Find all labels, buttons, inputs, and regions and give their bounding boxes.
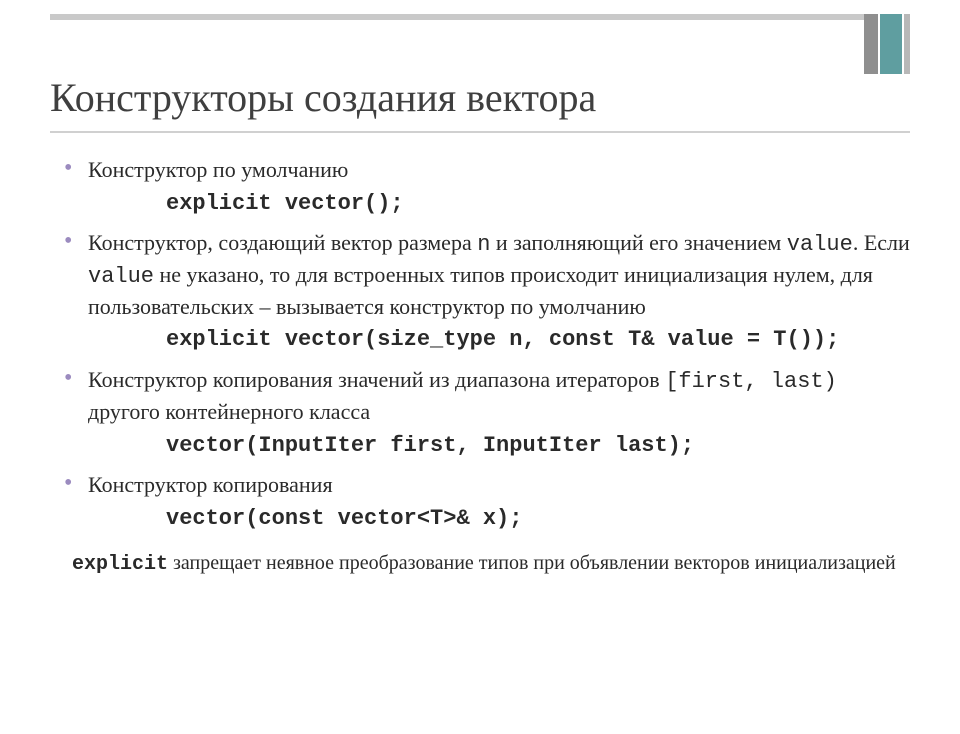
accent-light — [904, 14, 910, 74]
item-text: Конструктор по умолчанию — [88, 157, 348, 182]
list-item: Конструктор по умолчанию explicit vector… — [60, 155, 910, 218]
top-rule — [50, 14, 910, 20]
code-line: vector(InputIter first, InputIter last); — [166, 431, 910, 461]
accent-bar — [864, 14, 910, 74]
footnote-text: запрещает неявное преобразование типов п… — [168, 552, 896, 574]
content: Конструктор по умолчанию explicit vector… — [60, 155, 910, 534]
text-fragment: Конструктор копирования значений из диап… — [88, 367, 665, 392]
title-divider — [50, 131, 910, 133]
code-fragment: n — [477, 232, 490, 257]
code-fragment: [first, last) — [665, 369, 837, 394]
item-text: Конструктор, создающий вектор размера n … — [88, 230, 910, 318]
bullet-list: Конструктор по умолчанию explicit vector… — [60, 155, 910, 534]
text-fragment: другого контейнерного класса — [88, 399, 370, 424]
text-fragment: не указано, то для встроенных типов прои… — [88, 262, 873, 319]
code-line: explicit vector(size_type n, const T& va… — [166, 325, 910, 355]
list-item: Конструктор копирования vector(const vec… — [60, 470, 910, 533]
list-item: Конструктор, создающий вектор размера n … — [60, 228, 910, 355]
accent-teal — [878, 14, 904, 74]
code-line: vector(const vector<T>& x); — [166, 504, 910, 534]
slide: Конструкторы создания вектора Конструкто… — [0, 14, 960, 734]
item-text: Конструктор копирования — [88, 472, 333, 497]
accent-gray — [864, 14, 878, 74]
code-fragment: value — [88, 264, 154, 289]
item-text: Конструктор копирования значений из диап… — [88, 367, 837, 424]
code-fragment: value — [787, 232, 853, 257]
text-fragment: . Если — [853, 230, 910, 255]
text-fragment: Конструктор, создающий вектор размера — [88, 230, 477, 255]
footnote: explicit запрещает неявное преобразовани… — [72, 550, 910, 578]
slide-title: Конструкторы создания вектора — [50, 75, 910, 121]
code-line: explicit vector(); — [166, 189, 910, 219]
text-fragment: и заполняющий его значением — [490, 230, 786, 255]
list-item: Конструктор копирования значений из диап… — [60, 365, 910, 460]
footnote-keyword: explicit — [72, 553, 168, 576]
